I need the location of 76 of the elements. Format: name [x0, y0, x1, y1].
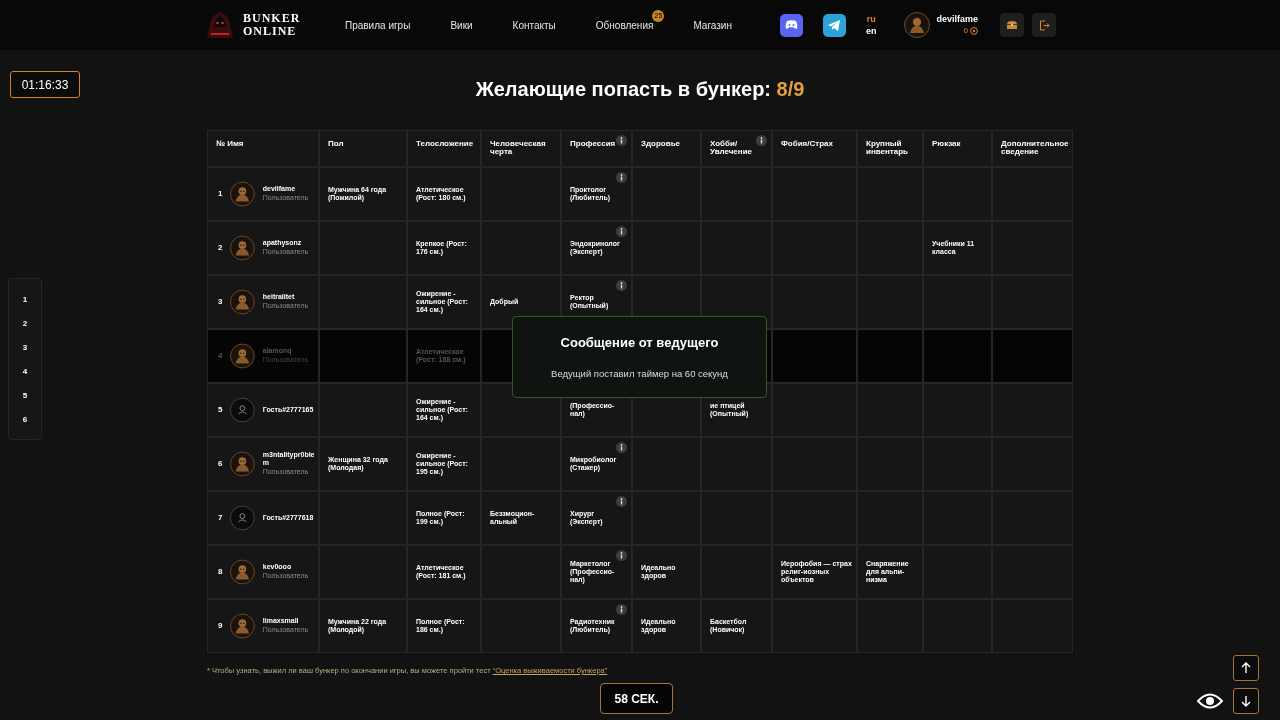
- message-text: Ведущий поставил таймер на 60 секунд: [551, 366, 728, 381]
- arrow-up-icon: [1241, 662, 1251, 674]
- nav-link[interactable]: Магазин: [693, 19, 732, 31]
- side-nav-link[interactable]: 3: [22, 340, 28, 354]
- row-number: 9: [218, 620, 222, 632]
- language-option[interactable]: ru: [866, 13, 876, 25]
- logo-text: ONLINE: [243, 25, 298, 38]
- scroll-down-button[interactable]: [1233, 688, 1259, 714]
- nav-link[interactable]: Контакты: [512, 19, 556, 31]
- page-title: Желающие попасть в бункер: 8/9: [475, 77, 805, 102]
- column-header: Профессия: [561, 130, 632, 167]
- message-title: Сообщение от ведущего: [560, 334, 719, 353]
- nav-link[interactable]: Вики: [450, 19, 473, 31]
- row-number: 7: [218, 512, 222, 524]
- nav-link[interactable]: Правила игры: [345, 19, 411, 31]
- row-number: 2: [218, 242, 222, 254]
- side-nav-link[interactable]: 5: [22, 388, 28, 402]
- info-icon[interactable]: [616, 550, 627, 561]
- row-number: 8: [218, 566, 222, 578]
- discord-button[interactable]: [779, 13, 803, 37]
- column-header: Пол: [319, 130, 407, 167]
- side-nav-link[interactable]: 2: [22, 316, 28, 330]
- column-header: № Имя: [207, 130, 319, 167]
- guest-avatar-icon: [230, 397, 255, 423]
- logo-icon[interactable]: [205, 10, 235, 40]
- info-icon[interactable]: [616, 280, 627, 291]
- info-icon[interactable]: [616, 172, 627, 183]
- info-icon[interactable]: [616, 496, 627, 507]
- avatar-icon: [230, 613, 255, 639]
- coin-icon: [970, 27, 978, 35]
- scroll-up-button[interactable]: [1233, 655, 1259, 681]
- column-header: Фобия/Страх: [772, 130, 857, 167]
- info-icon[interactable]: [756, 135, 767, 146]
- language-option[interactable]: en: [865, 25, 877, 37]
- side-nav-link[interactable]: 4: [22, 364, 28, 378]
- row-number: 5: [218, 404, 222, 416]
- column-header: Дополнительное сведение: [992, 130, 1073, 167]
- side-nav-link[interactable]: 6: [22, 412, 28, 426]
- row-number: 6: [218, 458, 222, 470]
- chest-icon: [1006, 20, 1018, 30]
- row-number: 4: [218, 350, 222, 362]
- telegram-button[interactable]: [822, 13, 846, 37]
- info-icon[interactable]: [616, 226, 627, 237]
- column-header: Человеческая черта: [481, 130, 561, 167]
- username: devilfame: [936, 13, 978, 25]
- eye-icon[interactable]: [1197, 692, 1223, 710]
- avatar-icon: [230, 451, 255, 477]
- avatar-icon: [230, 181, 255, 207]
- game-timer: 01:16:33: [10, 71, 80, 98]
- column-header: Рюкзак: [923, 130, 992, 167]
- row-number: 1: [218, 188, 222, 200]
- nav-link[interactable]: Обновления: [595, 19, 654, 31]
- column-header: Хобби/ Увлечение: [701, 130, 772, 167]
- avatar-icon: [230, 343, 255, 369]
- avatar-icon: [230, 559, 255, 585]
- column-header: Здоровье: [632, 130, 701, 167]
- logout-icon: [1038, 19, 1050, 31]
- paper-plane-icon: [828, 19, 841, 31]
- avatar-icon: [230, 235, 255, 261]
- side-nav-link[interactable]: 1: [22, 292, 28, 306]
- coin-count: 0: [963, 25, 968, 37]
- info-icon[interactable]: [616, 135, 627, 146]
- chest-button[interactable]: [1000, 13, 1024, 37]
- avatar-icon: [230, 289, 255, 315]
- row-number: 3: [218, 296, 222, 308]
- avatar-icon[interactable]: [904, 12, 931, 38]
- column-header: Крупный инвентарь: [857, 130, 923, 167]
- info-icon[interactable]: [616, 442, 627, 453]
- logo-text: BUNKER: [243, 12, 301, 25]
- guest-avatar-icon: [230, 505, 255, 531]
- info-icon[interactable]: [616, 604, 627, 615]
- column-header: Телосложение: [407, 130, 481, 167]
- countdown-button[interactable]: 58 СЕК.: [600, 683, 673, 714]
- gamepad-icon: [784, 20, 798, 30]
- logout-button[interactable]: [1032, 13, 1056, 37]
- arrow-down-icon: [1241, 695, 1251, 707]
